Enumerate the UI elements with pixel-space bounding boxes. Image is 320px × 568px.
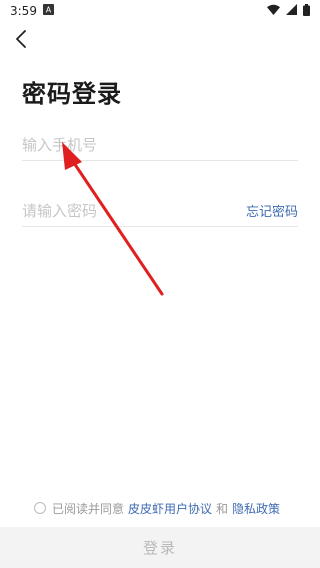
forgot-password-link[interactable]: 忘记密码 — [246, 201, 298, 220]
password-placeholder: 请输入密码 — [22, 201, 98, 220]
agreement-row: 已阅读并同意 皮皮虾用户协议 和 隐私政策 — [34, 498, 304, 518]
notification-a-icon: A — [42, 4, 54, 18]
svg-text:A: A — [46, 6, 52, 15]
login-button[interactable]: 登录 — [0, 527, 320, 568]
agreement-conjunction: 和 — [216, 501, 229, 516]
signal-icon — [286, 4, 297, 18]
user-agreement-link[interactable]: 皮皮虾用户协议 — [128, 500, 212, 517]
password-field[interactable]: 请输入密码 忘记密码 — [22, 194, 298, 227]
agree-checkbox[interactable] — [34, 502, 46, 514]
login-button-label: 登录 — [142, 539, 177, 557]
phone-field[interactable]: 输入手机号 — [22, 128, 298, 161]
phone-placeholder: 输入手机号 — [22, 135, 98, 154]
wifi-icon — [267, 4, 280, 18]
status-time: 3:59 — [10, 4, 37, 18]
agreement-prefix: 已阅读并同意 — [52, 501, 125, 516]
privacy-policy-link[interactable]: 隐私政策 — [232, 500, 280, 517]
page-title: 密码登录 — [22, 80, 122, 108]
chevron-left-icon — [15, 30, 27, 52]
status-bar: 3:59 A — [0, 0, 320, 22]
back-button[interactable] — [10, 30, 32, 52]
battery-icon — [303, 3, 310, 19]
